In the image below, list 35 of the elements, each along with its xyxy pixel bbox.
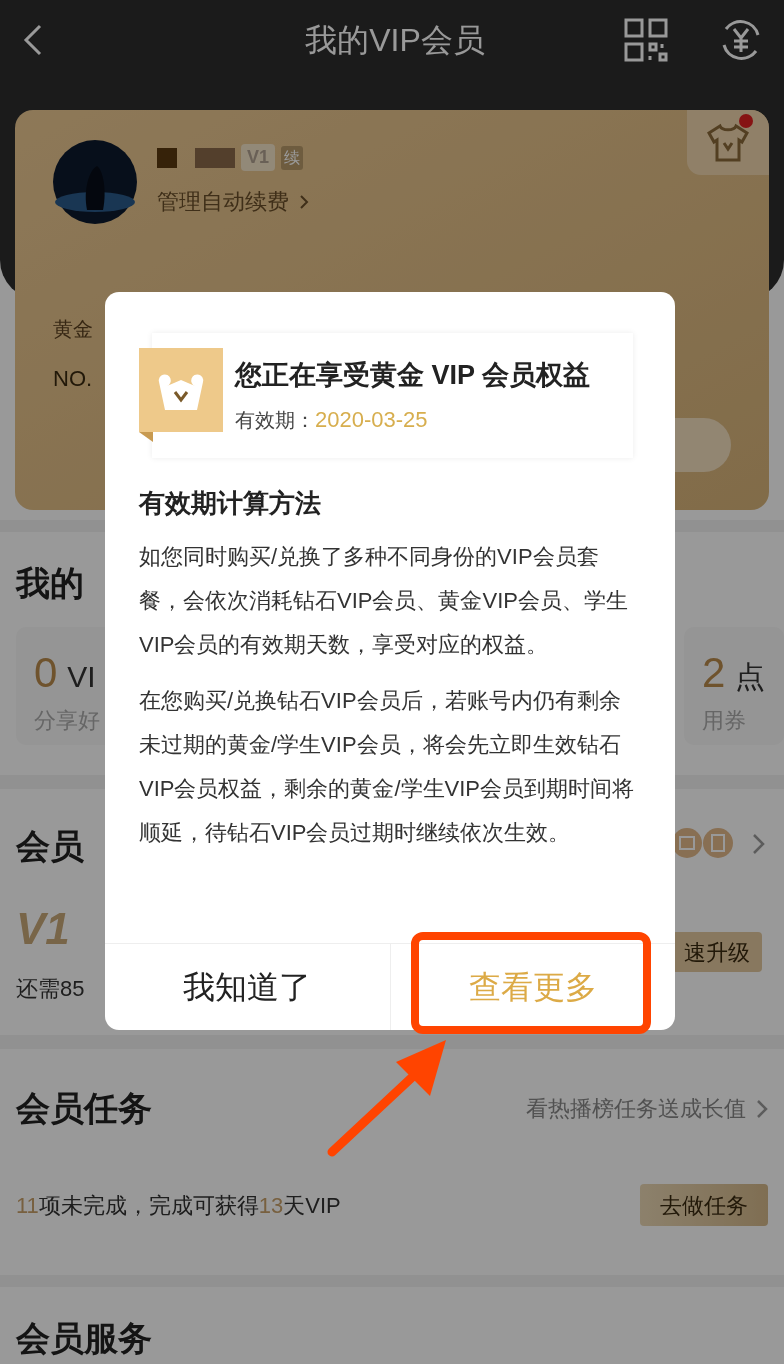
card-type: 黄金 (53, 317, 93, 342)
do-tasks-button[interactable]: 去做任务 (640, 1184, 768, 1226)
asset-unit: VI (67, 659, 96, 695)
explanation-paragraph: 在您购买/兑换钻石VIP会员后，若账号内仍有剩余未过期的黄金/学生VIP会员，将会先立即生效钻石VIP会员权益，剩余的黄金/学生VIP会员到期时间将顺延，待钻石VIP会员过期时继续依次生效。 (139, 687, 636, 847)
dialog-title: 您正在享受黄金 VIP 会员权益 (235, 358, 591, 392)
asset-value: 0 (34, 648, 58, 698)
section-title: 会员任务 (16, 1088, 152, 1129)
upgrade-button[interactable]: 速升级 (672, 932, 762, 972)
manage-auto-renew-link[interactable]: 管理自动续费 (157, 185, 289, 218)
coupon-icons[interactable] (672, 827, 734, 859)
t-shirt-icon[interactable] (706, 122, 750, 163)
shirt-tab[interactable] (687, 110, 769, 175)
page-title: 我的VIP会员 (305, 21, 485, 60)
chevron-right-icon[interactable] (752, 833, 766, 855)
section-title: 会员服务 (16, 1319, 152, 1357)
avatar[interactable] (53, 140, 137, 224)
task-promo-link[interactable]: 看热播榜任务送成长值 (526, 1092, 746, 1125)
explanation-paragraph: 如您同时购买/兑换了多种不同身份的VIP会员套餐，会依次消耗钻石VIP会员、黄金VIP会员、学生VIP会员的有效期天数，享受对应的权益。 (139, 543, 629, 659)
asset-unit: 点 (735, 659, 766, 695)
chevron-right-icon[interactable] (756, 1098, 768, 1119)
renew-badge: 续 (281, 145, 304, 170)
chevron-right-icon[interactable] (299, 193, 309, 210)
section-heading: 有效期计算方法 (139, 487, 322, 520)
points-needed: 还需85 (16, 976, 85, 1001)
task-summary: 11项未完成，完成可获得13天VIP (16, 1191, 341, 1220)
level-value: V1 (16, 904, 70, 953)
section-title: 我的 (16, 564, 84, 602)
dialog-button[interactable]: 查看更多 (389, 944, 675, 1030)
asset-value: 2 (702, 648, 726, 698)
validity-date: 2020-03-25 (315, 406, 428, 435)
qr-code-icon[interactable] (624, 18, 668, 62)
dialog-button[interactable]: 我知道了 (105, 944, 390, 1030)
section-title: 会员 (16, 827, 84, 865)
validity-label: 有效期： (235, 407, 315, 433)
card-number: NO. (53, 365, 93, 393)
